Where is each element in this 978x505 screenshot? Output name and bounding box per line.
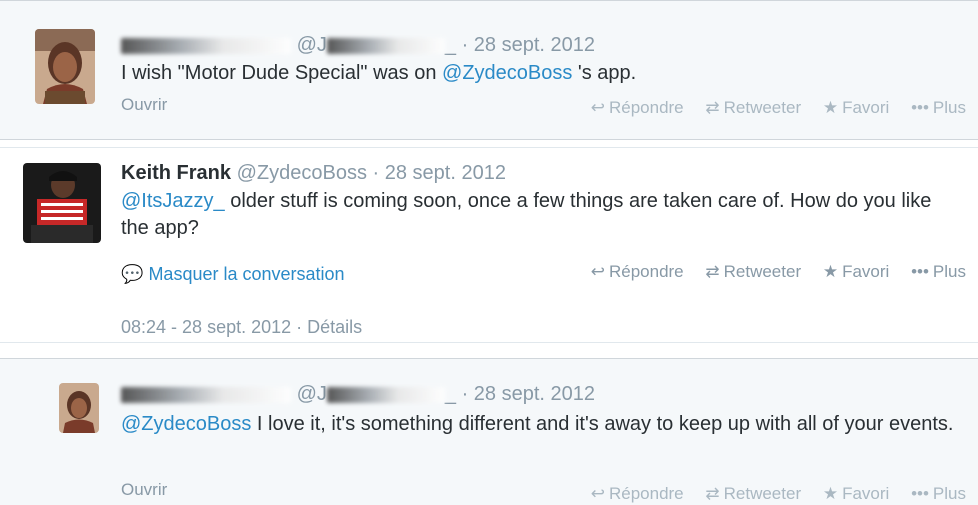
- tweet-text: @ItsJazzy_ older stuff is coming soon, o…: [121, 188, 948, 242]
- user-avatar[interactable]: [59, 383, 99, 433]
- separator-dot: ·: [461, 34, 469, 56]
- user-name[interactable]: Keith Frank: [121, 162, 231, 184]
- favorite-label: Favori: [842, 98, 890, 117]
- tweet-3[interactable]: @J _ · 28 sept. 2012 @ZydecoBoss I love i…: [0, 358, 978, 505]
- user-avatar[interactable]: [35, 29, 95, 104]
- retweet-icon: ⇄: [705, 262, 720, 281]
- tweet-date[interactable]: 28 sept. 2012: [474, 383, 595, 405]
- tweet-text: I wish "Motor Dude Special" was on @Zyde…: [121, 60, 958, 87]
- user-handle-suffix[interactable]: _: [445, 34, 456, 56]
- retweet-button[interactable]: ⇄ Retweeter: [705, 98, 801, 118]
- tweet-date[interactable]: 28 sept. 2012: [474, 34, 595, 56]
- reply-button[interactable]: ↩ Répondre: [591, 262, 684, 282]
- more-button[interactable]: ••• Plus: [911, 484, 966, 504]
- more-label: Plus: [932, 484, 966, 503]
- star-icon: ★: [822, 98, 839, 117]
- retweet-label: Retweeter: [723, 484, 802, 503]
- more-label: Plus: [932, 98, 966, 117]
- tweet-text-part: I wish "Motor Dude Special" was on: [121, 62, 443, 84]
- reply-label: Répondre: [608, 262, 684, 281]
- tweet-header: @J _ · 28 sept. 2012: [121, 383, 595, 406]
- redacted-name: [121, 37, 291, 54]
- tweet-1[interactable]: @J _ · 28 sept. 2012 I wish "Motor Dude S…: [0, 0, 978, 140]
- more-label: Plus: [932, 262, 966, 281]
- favorite-button[interactable]: ★ Favori: [823, 262, 889, 282]
- reply-arrow-icon: ↩: [590, 98, 605, 117]
- mention-link[interactable]: @ItsJazzy_: [121, 190, 225, 212]
- tweet-text-part: older stuff is coming soon, once a few t…: [121, 190, 932, 239]
- mention-link[interactable]: @ZydecoBoss: [442, 62, 572, 84]
- ellipsis-icon: •••: [911, 98, 929, 117]
- redacted-name: [121, 386, 291, 403]
- ellipsis-icon: •••: [911, 262, 929, 281]
- more-button[interactable]: ••• Plus: [911, 262, 966, 282]
- reply-label: Répondre: [608, 484, 684, 503]
- user-avatar[interactable]: [23, 163, 101, 243]
- favorite-button[interactable]: ★ Favori: [823, 484, 889, 504]
- tweet-header: @J _ · 28 sept. 2012: [121, 34, 595, 57]
- star-icon: ★: [822, 262, 839, 281]
- user-handle-suffix[interactable]: _: [445, 383, 456, 405]
- user-handle-prefix[interactable]: @J: [297, 34, 327, 56]
- retweet-button[interactable]: ⇄ Retweeter: [705, 484, 801, 504]
- ellipsis-icon: •••: [911, 484, 929, 503]
- favorite-label: Favori: [842, 484, 890, 503]
- tweet-actions: ↩ Répondre ⇄ Retweeter ★ Favori ••• Plus: [574, 484, 966, 504]
- tweet-timestamp[interactable]: 08:24 - 28 sept. 2012 · Détails: [121, 317, 362, 338]
- retweet-icon: ⇄: [705, 484, 720, 503]
- reply-arrow-icon: ↩: [590, 262, 605, 281]
- speech-bubble-icon: 💬: [121, 264, 144, 284]
- more-button[interactable]: ••• Plus: [911, 98, 966, 118]
- user-handle[interactable]: @ZydecoBoss: [237, 162, 367, 184]
- tweet-2[interactable]: Keith Frank @ZydecoBoss · 28 sept. 2012 …: [0, 147, 978, 343]
- favorite-label: Favori: [842, 262, 890, 281]
- retweet-label: Retweeter: [723, 98, 802, 117]
- mention-link[interactable]: @ZydecoBoss: [121, 413, 251, 435]
- reply-label: Répondre: [608, 98, 684, 117]
- redacted-handle: [326, 386, 445, 403]
- tweet-date[interactable]: 28 sept. 2012: [385, 162, 506, 184]
- reply-arrow-icon: ↩: [590, 484, 605, 503]
- open-tweet-link[interactable]: Ouvrir: [121, 480, 167, 500]
- hide-conversation-label: Masquer la conversation: [148, 264, 345, 284]
- reply-button[interactable]: ↩ Répondre: [591, 484, 684, 504]
- user-handle-prefix[interactable]: @J: [297, 383, 327, 405]
- separator-dot: ·: [372, 162, 380, 184]
- retweet-icon: ⇄: [705, 98, 720, 117]
- tweet-text-part: 's app.: [572, 62, 637, 84]
- tweet-text: @ZydecoBoss I love it, it's something di…: [121, 411, 958, 438]
- retweet-button[interactable]: ⇄ Retweeter: [705, 262, 801, 282]
- redacted-handle: [326, 37, 445, 54]
- separator-dot: ·: [461, 383, 469, 405]
- retweet-label: Retweeter: [723, 262, 802, 281]
- open-tweet-link[interactable]: Ouvrir: [121, 95, 167, 115]
- hide-conversation-link[interactable]: 💬 Masquer la conversation: [121, 264, 345, 285]
- favorite-button[interactable]: ★ Favori: [823, 98, 889, 118]
- tweet-actions: ↩ Répondre ⇄ Retweeter ★ Favori ••• Plus: [574, 98, 966, 118]
- tweet-actions: ↩ Répondre ⇄ Retweeter ★ Favori ••• Plus: [574, 262, 966, 282]
- star-icon: ★: [822, 484, 839, 503]
- tweet-header: Keith Frank @ZydecoBoss · 28 sept. 2012: [121, 162, 506, 185]
- reply-button[interactable]: ↩ Répondre: [591, 98, 684, 118]
- tweet-text-part: I love it, it's something different and …: [251, 413, 954, 435]
